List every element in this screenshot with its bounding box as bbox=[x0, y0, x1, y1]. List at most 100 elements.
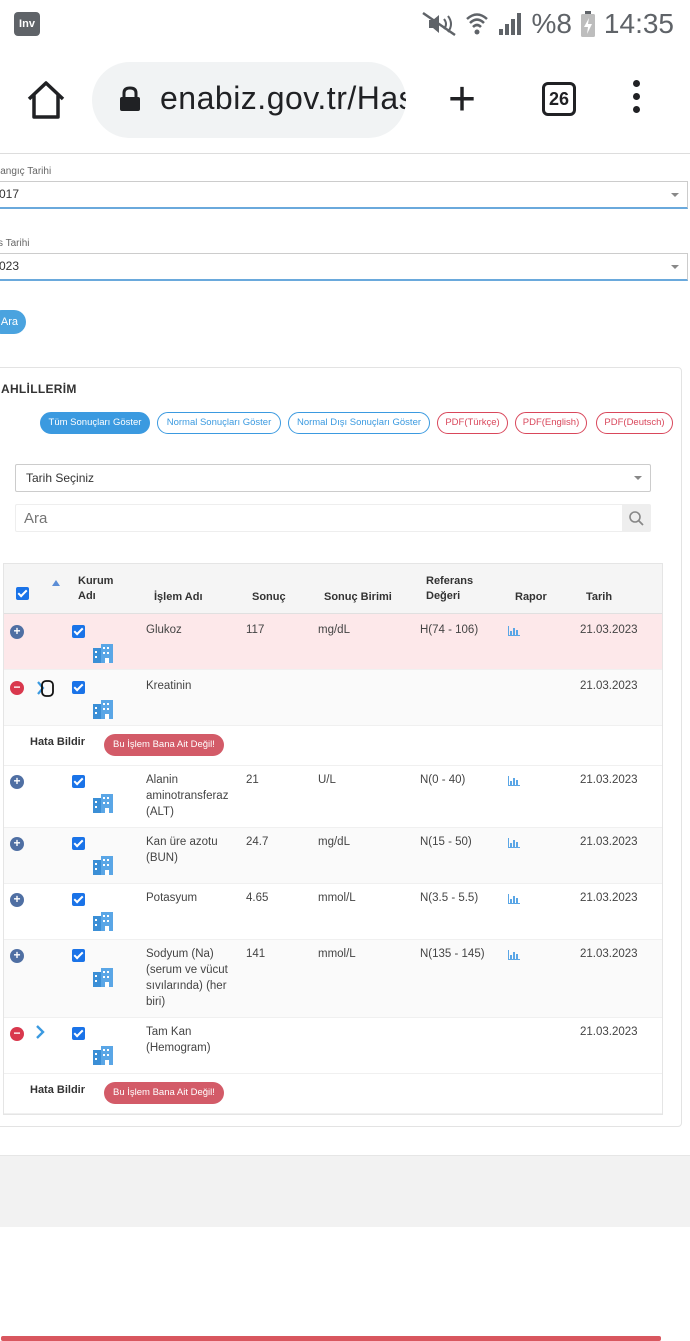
mute-icon bbox=[422, 11, 457, 37]
hospital-building-icon bbox=[93, 644, 113, 663]
row-unit: mg/dL bbox=[318, 624, 350, 636]
select-all-checkbox[interactable] bbox=[16, 587, 29, 600]
expand-plus-icon[interactable]: + bbox=[10, 893, 24, 907]
not-mine-button[interactable]: Bu İşlem Bana Ait Değil! bbox=[104, 734, 224, 756]
table-row[interactable]: + Kan üre azotu (BUN) 24.7 mg/dL N(15 - … bbox=[4, 828, 662, 884]
battery-charging-icon bbox=[580, 11, 595, 37]
result-search bbox=[15, 504, 651, 532]
start-date-value: 017 bbox=[0, 187, 20, 201]
start-date-label: langıç Tarihi bbox=[0, 166, 52, 177]
app-badge-icon: Inv bbox=[14, 12, 40, 36]
show-normal-results-button[interactable]: Normal Sonuçları Göster bbox=[157, 412, 281, 434]
expand-plus-icon[interactable]: + bbox=[10, 949, 24, 963]
row-name: Alanin aminotransferaz (ALT) bbox=[146, 774, 229, 818]
result-search-input[interactable] bbox=[16, 505, 622, 531]
chart-icon[interactable] bbox=[508, 894, 520, 904]
row-result: 21 bbox=[246, 774, 259, 786]
table-row[interactable]: − Tam Kan (Hemogram) 21.03.2023 bbox=[4, 1018, 662, 1074]
expand-plus-icon[interactable]: + bbox=[10, 775, 24, 789]
row-checkbox[interactable] bbox=[72, 775, 85, 788]
lock-icon bbox=[120, 86, 140, 111]
lab-results-panel: AHLİLLERİM Tüm Sonuçları Göster Normal S… bbox=[0, 367, 682, 1341]
home-icon[interactable] bbox=[24, 78, 68, 122]
pdf-deutsch-button[interactable]: PDF(Deutsch) bbox=[596, 412, 673, 434]
hospital-building-icon bbox=[93, 1046, 113, 1065]
row-name: Sodyum (Na) (serum ve vücut sıvılarında)… bbox=[146, 948, 228, 1008]
table-row[interactable]: + Glukoz 117 mg/dL H(74 - 106) 21.03.202… bbox=[4, 614, 662, 670]
hospital-building-icon bbox=[93, 700, 113, 719]
row-reference: N(15 - 50) bbox=[420, 836, 472, 848]
loading-spinner-icon bbox=[37, 680, 54, 697]
collapse-minus-icon[interactable]: − bbox=[10, 1027, 24, 1041]
row-result: 117 bbox=[246, 624, 265, 636]
address-bar[interactable]: enabiz.gov.tr/Has bbox=[92, 62, 406, 138]
panel-title: AHLİLLERİM bbox=[1, 382, 77, 396]
date-filter-value: Tarih Seçiniz bbox=[26, 471, 95, 485]
expand-plus-icon[interactable]: + bbox=[10, 625, 24, 639]
pdf-english-button[interactable]: PDF(English) bbox=[515, 412, 587, 434]
table-row[interactable]: − Kreatinin 21.03.2023 bbox=[4, 670, 662, 726]
table-header: Kurum Adı İşlem Adı Sonuç Sonuç Birimi R… bbox=[4, 564, 662, 614]
collapse-minus-icon[interactable]: − bbox=[10, 681, 24, 695]
not-mine-button[interactable]: Bu İşlem Bana Ait Değil! bbox=[104, 1082, 224, 1104]
chart-icon[interactable] bbox=[508, 950, 520, 960]
hospital-building-icon bbox=[93, 856, 113, 875]
show-all-results-button[interactable]: Tüm Sonuçları Göster bbox=[40, 412, 150, 434]
url-text: enabiz.gov.tr/Has bbox=[160, 80, 406, 116]
show-abnormal-results-button[interactable]: Normal Dışı Sonuçları Göster bbox=[288, 412, 430, 434]
row-date: 21.03.2023 bbox=[580, 836, 638, 848]
expand-plus-icon[interactable]: + bbox=[10, 837, 24, 851]
row-date: 21.03.2023 bbox=[580, 774, 638, 786]
hospital-building-icon bbox=[93, 912, 113, 931]
search-icon-button[interactable] bbox=[622, 505, 650, 531]
row-name: Potasyum bbox=[146, 892, 198, 904]
chart-icon[interactable] bbox=[508, 626, 520, 636]
new-tab-button[interactable]: + bbox=[448, 76, 476, 124]
hospital-building-icon bbox=[93, 968, 113, 987]
wifi-icon bbox=[466, 13, 489, 35]
row-checkbox[interactable] bbox=[72, 681, 85, 694]
row-result: 4.65 bbox=[246, 892, 269, 904]
tab-switcher-button[interactable]: 26 bbox=[542, 82, 576, 116]
pdf-turkish-button[interactable]: PDF(Türkçe) bbox=[437, 412, 508, 434]
chevron-down-icon bbox=[671, 193, 679, 197]
page-content: langıç Tarihi 017 s Tarihi 023 Ara AHLİL… bbox=[0, 155, 690, 1341]
chart-icon[interactable] bbox=[508, 776, 520, 786]
col-kurum[interactable]: Kurum Adı bbox=[78, 564, 113, 614]
row-checkbox[interactable] bbox=[72, 893, 85, 906]
row-name: Kan üre azotu (BUN) bbox=[146, 836, 218, 864]
clock: 14:35 bbox=[603, 8, 674, 39]
page-footer-area bbox=[0, 1155, 690, 1227]
end-date-value: 023 bbox=[0, 259, 20, 273]
signal-icon bbox=[499, 13, 522, 35]
chevron-right-icon[interactable] bbox=[34, 1024, 46, 1040]
row-name: Glukoz bbox=[146, 624, 182, 636]
sort-up-icon[interactable] bbox=[52, 580, 60, 586]
date-filter-select[interactable]: Tarih Seçiniz bbox=[15, 464, 651, 492]
start-date-select[interactable]: 017 bbox=[0, 181, 688, 209]
row-checkbox[interactable] bbox=[72, 949, 85, 962]
browser-toolbar: enabiz.gov.tr/Has + 26 bbox=[0, 50, 690, 154]
row-checkbox[interactable] bbox=[72, 625, 85, 638]
overflow-menu-icon[interactable] bbox=[630, 80, 642, 120]
row-checkbox[interactable] bbox=[72, 1027, 85, 1040]
hospital-building-icon bbox=[93, 794, 113, 813]
table-row[interactable]: + Alanin aminotransferaz (ALT) 21 U/L N(… bbox=[4, 766, 662, 828]
table-row[interactable]: + Potasyum 4.65 mmol/L N(3.5 - 5.5) 21.0… bbox=[4, 884, 662, 940]
status-bar: Inv %8 14:35 bbox=[0, 0, 690, 50]
row-reference: N(0 - 40) bbox=[420, 774, 466, 786]
error-report-row: Hata Bildir Bu İşlem Bana Ait Değil! bbox=[4, 1074, 662, 1114]
chart-icon[interactable] bbox=[508, 838, 520, 848]
horizontal-scrollbar[interactable] bbox=[1, 1336, 661, 1341]
table-row[interactable]: + Sodyum (Na) (serum ve vücut sıvılarınd… bbox=[4, 940, 662, 1018]
row-checkbox[interactable] bbox=[72, 837, 85, 850]
battery-percent: %8 bbox=[531, 8, 572, 39]
row-unit: U/L bbox=[318, 774, 336, 786]
col-referans[interactable]: Referans Değeri bbox=[426, 564, 473, 614]
error-report-label: Hata Bildir bbox=[30, 1084, 86, 1096]
end-date-select[interactable]: 023 bbox=[0, 253, 688, 281]
row-unit: mg/dL bbox=[318, 836, 350, 848]
row-reference: N(135 - 145) bbox=[420, 948, 485, 960]
row-name: Tam Kan (Hemogram) bbox=[146, 1026, 211, 1054]
search-button[interactable]: Ara bbox=[0, 310, 26, 334]
